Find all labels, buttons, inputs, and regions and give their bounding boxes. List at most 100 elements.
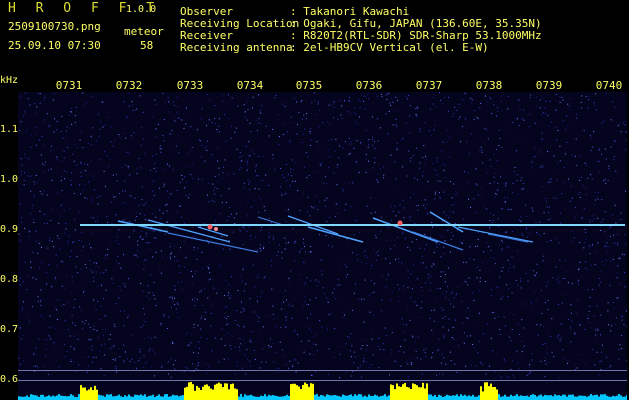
strength-bar [252, 395, 254, 400]
strength-bar [26, 395, 28, 400]
strength-bar [214, 384, 216, 400]
strength-bar [562, 394, 564, 400]
strength-bar [508, 396, 510, 400]
strength-bar [180, 395, 182, 400]
strength-bar [284, 395, 286, 400]
strength-bar [376, 395, 378, 400]
strength-bar [398, 386, 400, 400]
strength-bar [82, 387, 84, 400]
strength-bar [272, 395, 274, 400]
strength-bar [466, 396, 468, 400]
strength-bar [600, 394, 602, 400]
strength-bar [490, 383, 492, 400]
strength-bar [88, 389, 90, 400]
strength-bar [534, 395, 536, 400]
strength-bar [344, 395, 346, 400]
strength-bar [108, 394, 110, 400]
strength-bar [616, 395, 618, 400]
strength-bar [382, 395, 384, 400]
strength-bar [618, 394, 620, 400]
strength-bar [274, 395, 276, 400]
strength-bar [102, 395, 104, 400]
strength-bar [100, 395, 102, 400]
strength-bar [330, 395, 332, 400]
strength-bar [582, 395, 584, 400]
strength-bar [204, 384, 206, 400]
echo-trace [257, 216, 284, 226]
strength-bar [280, 396, 282, 400]
strength-bar [20, 396, 22, 400]
strength-bar [142, 395, 144, 400]
strength-bar [572, 394, 574, 400]
strength-bar [516, 394, 518, 400]
strength-bar [202, 386, 204, 400]
strength-bar [178, 396, 180, 400]
strength-bar [540, 394, 542, 400]
strength-bar [72, 395, 74, 400]
strength-bar [66, 396, 68, 400]
strength-bar [402, 384, 404, 400]
strength-bar [222, 387, 224, 400]
strength-bar [484, 382, 486, 400]
strength-bar [416, 385, 418, 400]
strength-bar [308, 386, 310, 400]
strength-bar [244, 394, 246, 400]
freq-label-1-1: 1.1 [0, 124, 19, 135]
strength-bar [392, 385, 394, 400]
strength-bar [158, 394, 160, 400]
strength-bar [234, 388, 236, 400]
strength-bar [452, 395, 454, 400]
time-label-0732: 0732 [115, 79, 143, 92]
time-label-0734: 0734 [236, 79, 264, 92]
strength-bar [238, 396, 240, 400]
strength-bar [590, 394, 592, 400]
strength-bar [486, 382, 488, 400]
app-version: 1.0.0 [126, 4, 157, 15]
strength-bar [374, 394, 376, 400]
strength-bar [384, 394, 386, 400]
strength-bar [224, 383, 226, 400]
strength-bar [536, 396, 538, 400]
strength-bar [356, 395, 358, 400]
strength-bar [424, 388, 426, 400]
strength-bar [58, 394, 60, 400]
strength-bar [492, 387, 494, 400]
strength-bar [510, 394, 512, 400]
strength-bar [568, 394, 570, 400]
strength-bar [184, 387, 186, 400]
strength-bar [128, 394, 130, 400]
strength-bar [414, 384, 416, 400]
strength-bar [192, 384, 194, 400]
time-label-0731: 0731 [55, 79, 83, 92]
strength-bar [264, 394, 266, 400]
strength-bar [150, 395, 152, 400]
strength-bar [588, 395, 590, 400]
strength-bar [594, 394, 596, 400]
strength-bar [602, 394, 604, 400]
strength-bar [570, 394, 572, 400]
strength-bar [246, 395, 248, 400]
strength-bar [24, 396, 26, 400]
strength-bar [110, 394, 112, 400]
strength-bar [530, 395, 532, 400]
strength-bar [396, 383, 398, 400]
strength-bar [262, 396, 264, 400]
strength-bar [254, 396, 256, 400]
time-label-0738: 0738 [475, 79, 503, 92]
strength-bar [92, 390, 94, 400]
strength-bar [46, 396, 48, 400]
strength-bar [64, 396, 66, 400]
strength-bar [116, 395, 118, 400]
time-label-0739: 0739 [535, 79, 563, 92]
strength-bar [560, 395, 562, 400]
strength-bar [580, 395, 582, 400]
strength-bar [172, 394, 174, 400]
strength-bar [316, 394, 318, 400]
hroft-window: H R O F F T 1.0.0 2509100730.png 25.09.1… [0, 0, 629, 400]
strength-bar [518, 396, 520, 400]
strength-bar [332, 395, 334, 400]
strength-bar [106, 394, 108, 400]
strength-bar [198, 387, 200, 400]
strength-bar [592, 395, 594, 400]
strength-bar [210, 388, 212, 400]
